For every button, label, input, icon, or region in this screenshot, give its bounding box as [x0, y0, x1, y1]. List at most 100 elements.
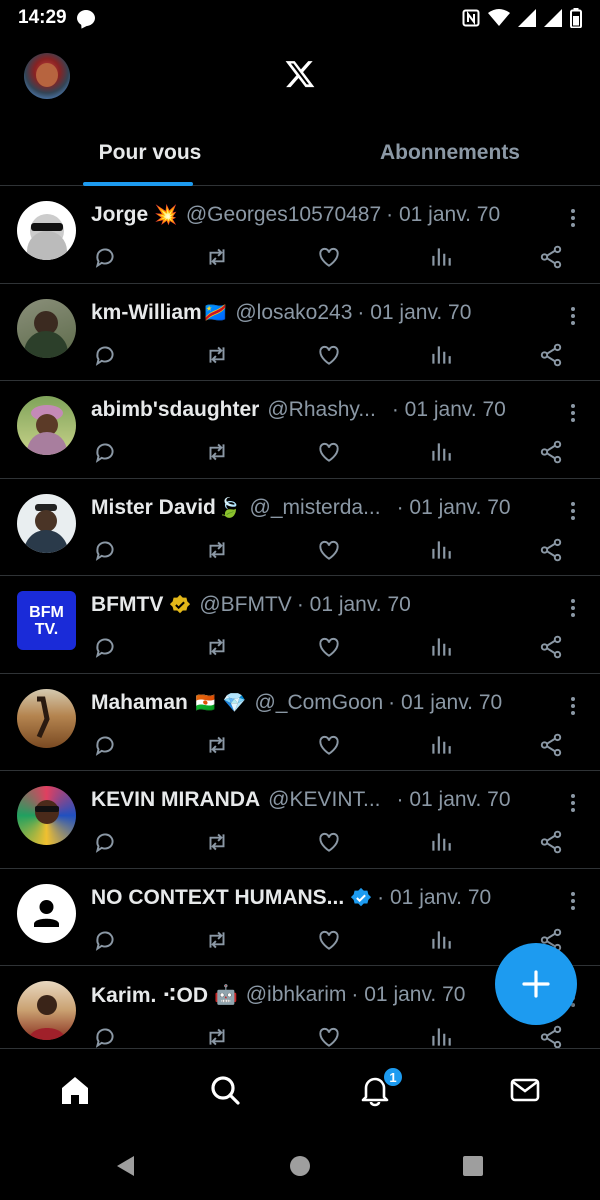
tweet-item[interactable]: km-William 🇨🇩 @losako243 · 01 janv. 70	[0, 284, 600, 381]
tweet-date: · 01 janv. 70	[351, 983, 466, 1006]
like-icon[interactable]	[316, 244, 342, 270]
home-button-icon[interactable]	[289, 1154, 311, 1178]
retweet-icon[interactable]	[204, 342, 230, 368]
reply-icon[interactable]	[92, 1024, 118, 1048]
tab-for-you[interactable]: Pour vous	[0, 120, 300, 185]
reply-icon[interactable]	[92, 732, 118, 758]
views-icon[interactable]	[428, 829, 454, 855]
tweet-actions	[92, 1024, 570, 1048]
tweet-item[interactable]: Mister David 🍃 @_misterda... · 01 janv. …	[0, 479, 600, 576]
like-icon[interactable]	[316, 927, 342, 953]
tweet-date: · 01 janv. 70	[391, 398, 506, 421]
share-icon[interactable]	[538, 244, 564, 270]
profile-avatar-button[interactable]	[24, 53, 70, 99]
more-options-icon[interactable]	[570, 696, 576, 716]
avatar[interactable]	[17, 688, 76, 748]
views-icon[interactable]	[428, 1024, 454, 1048]
reply-icon[interactable]	[92, 829, 118, 855]
reply-icon[interactable]	[92, 537, 118, 563]
reply-icon[interactable]	[92, 634, 118, 660]
author-handle: @KEVINT...	[268, 788, 381, 811]
avatar[interactable]	[17, 786, 76, 845]
views-icon[interactable]	[428, 439, 454, 465]
share-icon[interactable]	[538, 1024, 564, 1048]
avatar[interactable]	[17, 396, 76, 455]
search-icon[interactable]	[208, 1073, 242, 1107]
retweet-icon[interactable]	[204, 244, 230, 270]
author-emoji: 💥	[154, 205, 178, 226]
views-icon[interactable]	[428, 634, 454, 660]
author-name[interactable]: NO CONTEXT HUMANS...	[91, 886, 344, 910]
app-header	[0, 36, 600, 120]
views-icon[interactable]	[428, 732, 454, 758]
views-icon[interactable]	[428, 537, 454, 563]
author-name[interactable]: Mahaman	[91, 691, 188, 715]
avatar[interactable]	[17, 201, 76, 260]
more-options-icon[interactable]	[570, 598, 576, 618]
tweet-item[interactable]: Jorge 💥 @Georges10570487 · 01 janv. 70	[0, 186, 600, 284]
avatar[interactable]	[17, 493, 76, 553]
avatar[interactable]	[17, 883, 76, 943]
tweet-actions	[92, 439, 570, 465]
tab-following[interactable]: Abonnements	[300, 120, 600, 185]
tweet-item[interactable]: Mahaman 🇳🇪 💎 @_ComGoon · 01 janv. 70	[0, 674, 600, 771]
retweet-icon[interactable]	[204, 1024, 230, 1048]
avatar[interactable]	[17, 298, 76, 358]
like-icon[interactable]	[316, 829, 342, 855]
tweet-item[interactable]: BFM TV. BFMTV @BFMTV · 01 janv. 70	[0, 576, 600, 674]
home-icon[interactable]	[58, 1073, 92, 1107]
timeline-feed[interactable]: Jorge 💥 @Georges10570487 · 01 janv. 70 k…	[0, 186, 600, 1048]
views-icon[interactable]	[428, 927, 454, 953]
more-options-icon[interactable]	[570, 891, 576, 911]
retweet-icon[interactable]	[204, 927, 230, 953]
like-icon[interactable]	[316, 1024, 342, 1048]
tweet-header: Mister David 🍃 @_misterda... · 01 janv. …	[91, 493, 550, 523]
share-icon[interactable]	[538, 634, 564, 660]
message-notification-icon	[76, 10, 95, 26]
retweet-icon[interactable]	[204, 732, 230, 758]
retweet-icon[interactable]	[204, 439, 230, 465]
compose-post-button[interactable]	[495, 943, 577, 1025]
like-icon[interactable]	[316, 537, 342, 563]
share-icon[interactable]	[538, 342, 564, 368]
like-icon[interactable]	[316, 732, 342, 758]
share-icon[interactable]	[538, 732, 564, 758]
author-name[interactable]: KEVIN MIRANDA	[91, 788, 260, 812]
tweet-item[interactable]: KEVIN MIRANDA @KEVINT... · 01 janv. 70	[0, 771, 600, 869]
views-icon[interactable]	[428, 342, 454, 368]
back-icon[interactable]	[114, 1154, 138, 1178]
share-icon[interactable]	[538, 829, 564, 855]
retweet-icon[interactable]	[204, 634, 230, 660]
tweet-date: · 01 janv. 70	[296, 593, 411, 616]
more-options-icon[interactable]	[570, 208, 576, 228]
bfmtv-logo: BFM TV.	[29, 603, 64, 638]
more-options-icon[interactable]	[570, 306, 576, 326]
author-name[interactable]: Jorge	[91, 203, 148, 227]
messages-icon[interactable]	[508, 1073, 542, 1107]
author-name[interactable]: abimb'sdaughter	[91, 398, 259, 422]
more-options-icon[interactable]	[570, 793, 576, 813]
reply-icon[interactable]	[92, 244, 118, 270]
like-icon[interactable]	[316, 439, 342, 465]
retweet-icon[interactable]	[204, 829, 230, 855]
more-options-icon[interactable]	[570, 403, 576, 423]
tweet-item[interactable]: abimb'sdaughter @Rhashy... · 01 janv. 70	[0, 381, 600, 479]
author-name[interactable]: Mister David	[91, 496, 216, 520]
avatar[interactable]	[17, 981, 76, 1040]
share-icon[interactable]	[538, 537, 564, 563]
retweet-icon[interactable]	[204, 537, 230, 563]
reply-icon[interactable]	[92, 927, 118, 953]
author-name[interactable]: BFMTV	[91, 593, 163, 617]
more-options-icon[interactable]	[570, 501, 576, 521]
reply-icon[interactable]	[92, 342, 118, 368]
views-icon[interactable]	[428, 244, 454, 270]
like-icon[interactable]	[316, 634, 342, 660]
author-name[interactable]: km-William	[91, 301, 202, 325]
like-icon[interactable]	[316, 342, 342, 368]
reply-icon[interactable]	[92, 439, 118, 465]
share-icon[interactable]	[538, 439, 564, 465]
author-name[interactable]: Karim. ⁖OD	[91, 983, 208, 1008]
recents-icon[interactable]	[462, 1154, 484, 1178]
avatar[interactable]: BFM TV.	[17, 591, 76, 650]
author-handle: @Georges10570487	[185, 203, 382, 226]
